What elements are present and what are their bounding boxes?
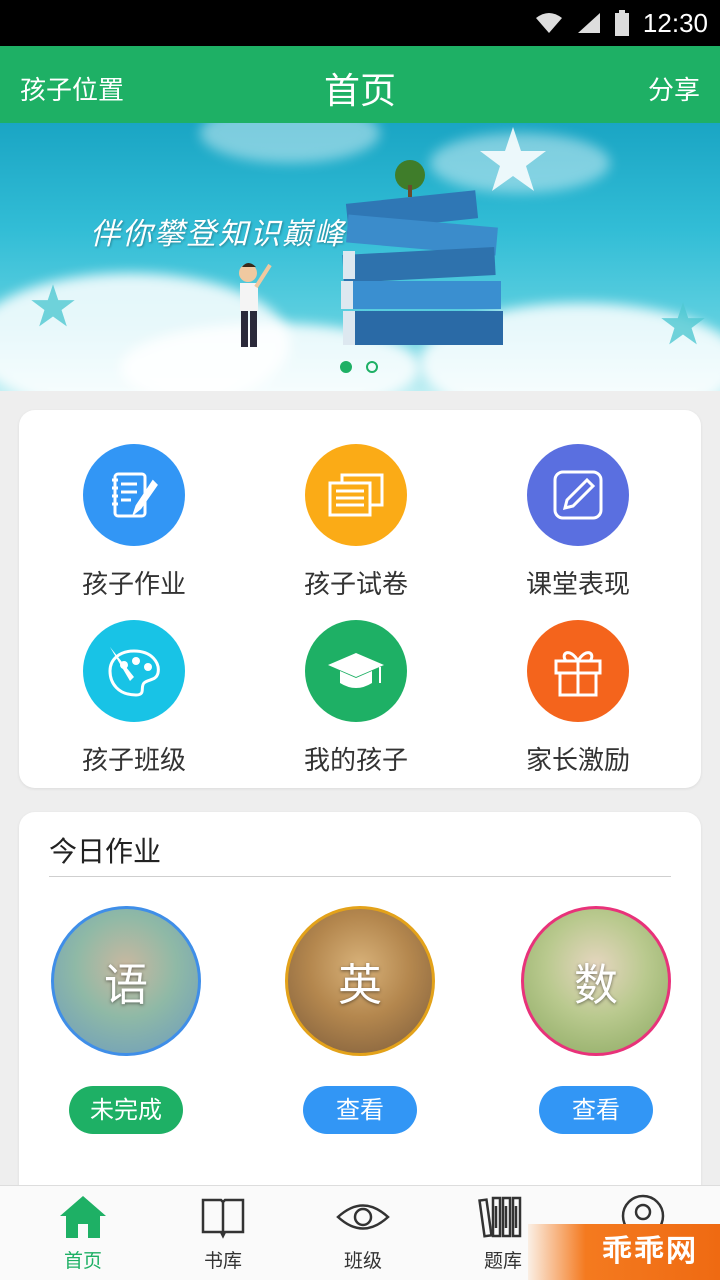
banner-slogan: 伴你攀登知识巅峰	[90, 217, 346, 252]
child-illustration	[239, 263, 272, 347]
pagination-dot-active[interactable]	[340, 361, 352, 373]
subject-item: 语 未完成	[51, 906, 201, 1134]
site-watermark: 乖乖网	[528, 1224, 720, 1280]
pencil-edit-icon	[527, 444, 629, 546]
incomplete-button[interactable]: 未完成	[69, 1086, 183, 1134]
page-title: 首页	[323, 71, 396, 112]
exam-paper-icon	[305, 444, 407, 546]
star-icon	[31, 284, 75, 327]
share-button[interactable]: 分享	[648, 70, 700, 107]
feature-label: 孩子班级	[81, 746, 186, 776]
feature-label: 孩子作业	[81, 570, 186, 600]
view-button[interactable]: 查看	[539, 1086, 653, 1134]
subject-english-cover[interactable]: 英	[285, 906, 435, 1056]
battery-icon	[614, 10, 629, 36]
subject-item: 数 查看	[521, 906, 671, 1134]
graduation-cap-icon	[305, 620, 407, 722]
status-time: 12:30	[642, 7, 708, 38]
banner-pagination	[340, 361, 378, 373]
subject-item: 英 查看	[285, 906, 435, 1134]
subject-char: 语	[104, 960, 148, 1011]
feature-grid-card: 孩子作业 孩子试卷 课堂表现 孩子班级 我的孩子 家长激励	[19, 410, 701, 788]
home-icon	[60, 1196, 106, 1238]
feature-label: 我的孩子	[303, 746, 408, 776]
feature-label: 孩子试卷	[303, 570, 408, 600]
app-header: 孩子位置 首页 分享	[0, 46, 720, 123]
feature-label: 家长激励	[525, 746, 630, 776]
gift-icon	[527, 620, 629, 722]
book-icon	[201, 1198, 245, 1239]
feature-child-class[interactable]: 孩子班级	[23, 620, 245, 777]
feature-child-homework[interactable]: 孩子作业	[23, 444, 245, 601]
homework-notebook-icon	[83, 444, 185, 546]
nav-home[interactable]: 首页	[11, 1194, 155, 1273]
today-homework-card: 今日作业 语 未完成 英 查看 数 查看	[19, 812, 701, 1212]
eye-icon	[336, 1204, 390, 1230]
subject-char: 英	[338, 960, 382, 1011]
nav-library[interactable]: 书库	[151, 1194, 295, 1273]
star-icon	[661, 302, 705, 345]
feature-parent-incentive[interactable]: 家长激励	[467, 620, 689, 777]
subject-char: 数	[574, 960, 618, 1011]
feature-child-exam[interactable]: 孩子试卷	[245, 444, 467, 601]
nav-label: 书库	[203, 1250, 242, 1272]
subject-chinese-cover[interactable]: 语	[51, 906, 201, 1056]
nav-class[interactable]: 班级	[291, 1194, 435, 1273]
feature-label: 课堂表现	[525, 570, 630, 600]
wifi-icon	[535, 13, 562, 33]
nav-label: 班级	[343, 1250, 382, 1272]
view-button[interactable]: 查看	[303, 1086, 417, 1134]
pagination-dot[interactable]	[366, 361, 378, 373]
palette-icon	[83, 620, 185, 722]
promo-banner[interactable]: 伴你攀登知识巅峰	[0, 123, 720, 391]
cell-signal-icon	[577, 13, 600, 33]
divider	[49, 876, 671, 877]
nav-label: 首页	[63, 1250, 102, 1272]
section-title: 今日作业	[49, 835, 162, 868]
bookshelf-icon	[478, 1196, 522, 1238]
status-bar: 12:30	[0, 0, 720, 46]
feature-my-children[interactable]: 我的孩子	[245, 620, 467, 777]
book-stack-illustration	[341, 160, 503, 345]
feature-class-performance[interactable]: 课堂表现	[467, 444, 689, 601]
subject-math-cover[interactable]: 数	[521, 906, 671, 1056]
